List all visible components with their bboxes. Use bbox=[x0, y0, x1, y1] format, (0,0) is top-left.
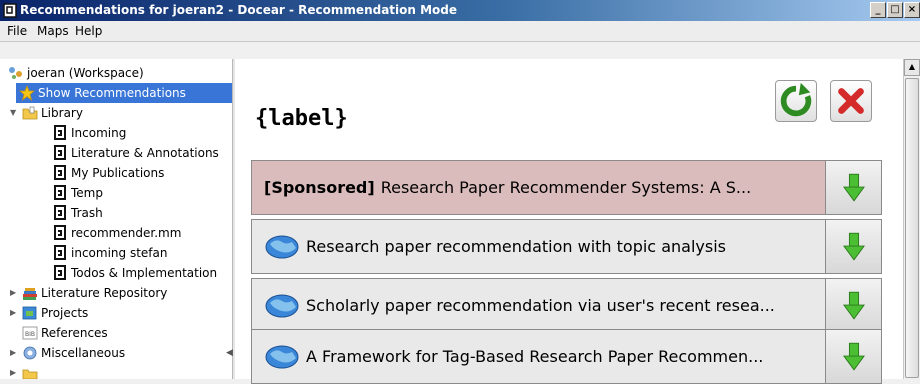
tree-item-label: Projects bbox=[41, 306, 89, 320]
recommendation-row[interactable]: Scholarly paper recommendation via user'… bbox=[251, 278, 882, 333]
scroll-thumb[interactable] bbox=[905, 78, 919, 378]
workspace-tree: joeran (Workspace) Show Recommendations … bbox=[0, 59, 232, 379]
tree-item-todos[interactable]: Todos & Implementation bbox=[52, 263, 217, 283]
tree-item-projects[interactable]: Projects bbox=[22, 303, 88, 323]
menu-maps[interactable]: Maps bbox=[37, 24, 69, 38]
tree-item-label: References bbox=[41, 326, 108, 340]
vertical-scrollbar[interactable]: ▲ bbox=[903, 59, 920, 379]
document-icon bbox=[52, 125, 68, 141]
tree-item-trash[interactable]: Trash bbox=[52, 203, 103, 223]
tree-item-label: incoming stefan bbox=[71, 246, 168, 260]
menu-file[interactable]: File bbox=[7, 24, 27, 38]
tree-item-incoming-stefan[interactable]: incoming stefan bbox=[52, 243, 167, 263]
download-arrow-icon bbox=[842, 291, 865, 320]
tree-item-library[interactable]: Library bbox=[22, 103, 83, 123]
svg-text:BIB: BIB bbox=[25, 331, 35, 338]
recommendation-title-area[interactable]: Scholarly paper recommendation via user'… bbox=[252, 279, 826, 332]
library-folder-icon bbox=[22, 106, 38, 120]
tree-item-label: Todos & Implementation bbox=[71, 266, 218, 280]
tree-item-literature-annotations[interactable]: Literature & Annotations bbox=[52, 143, 219, 163]
maximize-button[interactable]: □ bbox=[887, 2, 903, 18]
globe-icon bbox=[265, 235, 299, 258]
tree-item-my-publications[interactable]: My Publications bbox=[52, 163, 164, 183]
minimize-button[interactable]: _ bbox=[870, 2, 886, 18]
recommendation-row[interactable]: [Sponsored] Research Paper Recommender S… bbox=[251, 160, 882, 215]
document-icon bbox=[52, 265, 68, 281]
scroll-up-arrow-icon[interactable]: ▲ bbox=[904, 59, 920, 76]
books-icon bbox=[23, 288, 37, 300]
close-button[interactable] bbox=[830, 80, 872, 122]
recommendation-title: Scholarly paper recommendation via user'… bbox=[306, 296, 775, 315]
collapsed-arrow-icon[interactable]: ▶ bbox=[10, 308, 16, 317]
tree-item-label: recommender.mm bbox=[71, 226, 182, 240]
collapsed-arrow-icon[interactable]: ▶ bbox=[10, 288, 16, 297]
refresh-button[interactable] bbox=[775, 80, 817, 122]
tree-item-recommender-mm[interactable]: recommender.mm bbox=[52, 223, 181, 243]
download-arrow-icon bbox=[842, 173, 865, 202]
workspace-icon bbox=[9, 67, 22, 79]
expanded-arrow-icon[interactable]: ▼ bbox=[10, 108, 16, 117]
misc-icon bbox=[23, 346, 37, 360]
tree-item-label: Miscellaneous bbox=[41, 346, 126, 360]
document-icon bbox=[52, 225, 68, 241]
tree-item-literature-repository[interactable]: Literature Repository bbox=[22, 283, 167, 303]
download-button[interactable] bbox=[826, 330, 881, 383]
download-arrow-icon bbox=[842, 232, 865, 261]
tree-item-incoming[interactable]: Incoming bbox=[52, 123, 126, 143]
bibtex-icon: BIB bbox=[22, 326, 38, 340]
tree-item-label: My Publications bbox=[71, 166, 165, 180]
document-icon bbox=[52, 145, 68, 161]
recommendation-row[interactable]: A Framework for Tag-Based Research Paper… bbox=[251, 329, 882, 384]
collapse-arrow-icon[interactable]: ◀ bbox=[226, 348, 233, 358]
tree-item-label: Incoming bbox=[71, 126, 127, 140]
folder-icon bbox=[22, 369, 38, 379]
window-title: Recommendations for joeran2 - Docear - R… bbox=[20, 3, 458, 17]
collapsed-arrow-icon[interactable]: ▶ bbox=[10, 348, 16, 357]
document-icon bbox=[52, 245, 68, 261]
recommendation-title-area[interactable]: [Sponsored] Research Paper Recommender S… bbox=[252, 161, 826, 214]
tree-item-show-recommendations[interactable]: Show Recommendations bbox=[16, 83, 232, 103]
recommendation-row[interactable]: Research paper recommendation with topic… bbox=[251, 219, 882, 274]
refresh-icon bbox=[780, 82, 812, 117]
tree-item-label: Show Recommendations bbox=[38, 86, 186, 100]
document-icon bbox=[52, 205, 68, 221]
menu-bar: File Maps Help bbox=[0, 21, 920, 42]
tree-item-references[interactable]: BIB References bbox=[22, 323, 108, 343]
download-button[interactable] bbox=[826, 279, 881, 332]
tree-item-label: Literature & Annotations bbox=[71, 146, 219, 160]
recommendation-title-area[interactable]: A Framework for Tag-Based Research Paper… bbox=[252, 330, 826, 383]
document-icon bbox=[52, 165, 68, 181]
tree-item-workspace[interactable]: joeran (Workspace) bbox=[8, 63, 144, 83]
globe-icon bbox=[265, 345, 299, 368]
menu-help[interactable]: Help bbox=[75, 24, 102, 38]
close-window-button[interactable]: × bbox=[904, 2, 920, 18]
recommendation-title: Research Paper Recommender Systems: A S.… bbox=[380, 178, 752, 197]
sponsored-label: [Sponsored] bbox=[264, 178, 375, 197]
window-titlebar: Recommendations for joeran2 - Docear - R… bbox=[0, 0, 920, 21]
projects-icon bbox=[22, 306, 37, 320]
tree-item-label: Literature Repository bbox=[41, 286, 168, 300]
docear-app-icon bbox=[3, 3, 17, 18]
close-icon bbox=[838, 88, 864, 114]
download-arrow-icon bbox=[842, 342, 865, 371]
panel-heading: {label} bbox=[255, 106, 348, 131]
tree-item-temp[interactable]: Temp bbox=[52, 183, 103, 203]
star-icon bbox=[19, 85, 35, 101]
globe-icon bbox=[265, 294, 299, 317]
tree-item-label: Temp bbox=[71, 186, 103, 200]
recommendation-title: A Framework for Tag-Based Research Paper… bbox=[306, 347, 764, 366]
recommendation-title: Research paper recommendation with topic… bbox=[306, 237, 726, 256]
tree-item-label: joeran (Workspace) bbox=[27, 66, 144, 80]
download-button[interactable] bbox=[826, 220, 881, 273]
recommendation-title-area[interactable]: Research paper recommendation with topic… bbox=[252, 220, 826, 273]
document-icon bbox=[52, 185, 68, 201]
tree-item-label: Library bbox=[41, 106, 83, 120]
tree-item-miscellaneous[interactable]: Miscellaneous bbox=[22, 343, 125, 363]
collapsed-arrow-icon[interactable]: ▶ bbox=[10, 368, 16, 377]
tree-item-label: Trash bbox=[71, 206, 103, 220]
download-button[interactable] bbox=[826, 161, 881, 214]
